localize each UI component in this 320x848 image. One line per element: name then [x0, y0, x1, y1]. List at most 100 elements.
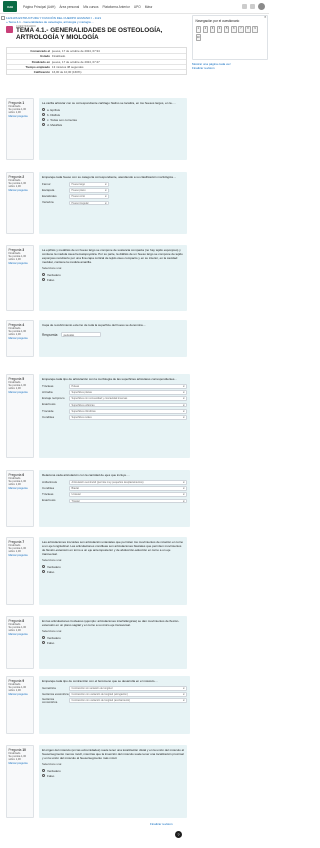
matching-select[interactable]: Articulación semimóvil (permite muy pequ… — [69, 479, 187, 485]
university-logo[interactable]: UdH — [3, 1, 17, 12]
answer-input[interactable]: periostio — [61, 332, 102, 337]
finish-review-link[interactable]: Finalizar revisión — [192, 66, 268, 70]
matching-select[interactable]: Contracción sin variación de longitud ▾ — [69, 685, 187, 691]
option-label: Falso — [47, 569, 55, 574]
question-nav-button[interactable]: 9 — [252, 25, 258, 33]
chevron-down-icon: ▾ — [183, 384, 185, 388]
question-text: Empareja cada tipo de contracción con el… — [42, 679, 158, 683]
course-index-toggle-icon[interactable] — [1, 16, 5, 20]
option-label: Verdadero — [47, 768, 61, 773]
page-header: CUESTIONARIO TEMA 4.1.- GENERALIDADES DE… — [6, 24, 187, 47]
question-block: Pregunta 5 Finalizado Se puntúa 1,00 sob… — [6, 374, 190, 458]
question-nav-button[interactable]: 1 — [195, 25, 202, 33]
question-content: Empareja cada tipo de contracción con el… — [39, 676, 190, 734]
matching-select[interactable]: Contracción con variación de longitud (e… — [69, 692, 187, 697]
question-nav-button[interactable]: 3 — [209, 25, 216, 33]
flag-question-link[interactable]: Marcar pregunta — [9, 115, 32, 118]
matching-select[interactable]: Contracción con variación de longitud (a… — [69, 698, 187, 704]
radio-button[interactable] — [42, 108, 45, 111]
radio-button[interactable] — [42, 641, 45, 644]
matching-select[interactable]: Hueso largo ▾ — [69, 181, 109, 187]
radio-button[interactable] — [42, 636, 45, 639]
flag-question-link[interactable]: Marcar pregunta — [9, 337, 32, 340]
summary-key: Finalizado en — [31, 59, 50, 64]
question-block: Pregunta 1 Finalizado Se puntúa 1,00 sob… — [6, 98, 187, 160]
matching-select[interactable]: Superficies cilíndricas ▾ — [69, 408, 187, 414]
radio-button[interactable] — [42, 123, 45, 126]
matching-select[interactable]: Biaxial ▾ — [69, 486, 187, 491]
question-number: Pregunta 6 — [8, 472, 25, 477]
notifications-bell-icon[interactable] — [242, 4, 247, 9]
matching-row: Vértebra Hueso irregular ▾ — [42, 200, 184, 206]
page-title: TEMA 4.1.- GENERALIDADES DE OSTEOLOGÍA, … — [16, 27, 163, 41]
option-label: a. Epífisis — [47, 107, 61, 112]
help-icon[interactable]: ? — [175, 831, 182, 838]
chevron-down-icon: ▾ — [183, 480, 185, 484]
radio-button[interactable] — [42, 769, 45, 772]
question-nav-button[interactable]: 6 — [230, 25, 237, 33]
question-text: La carilla articular con su correspondie… — [42, 101, 176, 105]
flag-question-link[interactable]: Marcar pregunta — [9, 391, 32, 394]
radio-button[interactable] — [42, 118, 45, 121]
question-nav-button[interactable]: 5 — [223, 25, 230, 33]
answer-option[interactable]: Falso — [42, 773, 184, 778]
flag-question-link[interactable]: Marcar pregunta — [9, 487, 32, 490]
radio-button[interactable] — [42, 774, 45, 777]
matching-select[interactable]: Poleas ▾ — [69, 383, 187, 389]
answer-option[interactable]: Falso — [42, 640, 184, 645]
matching-select[interactable]: Superficies ovales ▾ — [69, 415, 187, 421]
flag-question-link[interactable]: Marcar pregunta — [9, 633, 32, 636]
flag-question-link[interactable]: Marcar pregunta — [9, 693, 32, 696]
user-avatar[interactable] — [258, 3, 265, 10]
nav-previous-platform[interactable]: Plataforma Anterior — [103, 5, 130, 9]
finish-review-button[interactable]: Finalizar revisión — [150, 822, 173, 826]
matching-select[interactable]: Triaxial ▾ — [69, 498, 187, 504]
selected-value: Hueso plano — [71, 188, 86, 192]
flag-question-link[interactable]: Marcar pregunta — [9, 262, 32, 265]
summary-key: Calificación — [33, 70, 50, 75]
chevron-down-icon: ▾ — [183, 403, 185, 407]
nav-my-courses[interactable]: Mis cursos — [83, 5, 98, 9]
flag-question-link[interactable]: Marcar pregunta — [9, 554, 32, 557]
messages-icon[interactable] — [250, 4, 255, 9]
question-number: Pregunta 3 — [8, 247, 25, 252]
nav-upo[interactable]: UPO — [134, 5, 141, 9]
matching-select[interactable]: Hueso corto ▾ — [69, 194, 109, 200]
selected-value: Biaxial — [71, 486, 79, 490]
matching-select[interactable]: Superficies planas ▾ — [69, 390, 187, 395]
radio-button[interactable] — [42, 278, 45, 281]
matching-stem: Vértebra — [42, 200, 54, 205]
matching-select[interactable]: Superficies con convexidad y concavidad … — [69, 396, 187, 402]
matching-select[interactable]: Hueso irregular ▾ — [69, 200, 109, 206]
question-nav-button[interactable]: 8 — [245, 25, 251, 33]
selected-value: Triaxial — [71, 499, 80, 503]
matching-select[interactable]: Superficies esféricas ▾ — [69, 402, 187, 408]
close-drawer-icon[interactable]: ✕ — [264, 15, 268, 19]
radio-button[interactable] — [42, 113, 45, 116]
question-nav-button[interactable]: 10 — [195, 34, 202, 41]
question-nav-button[interactable]: 7 — [238, 25, 244, 33]
summary-row: Calificación 16,00 de 10,00 (160%) — [7, 68, 186, 75]
nav-more[interactable]: Más▾ — [145, 5, 153, 9]
question-nav-button[interactable]: 4 — [216, 25, 223, 33]
question-mark: Se puntúa 1,00 sobre 1,00 — [8, 182, 27, 188]
nav-home[interactable]: Página Principal (UdH) — [23, 5, 55, 9]
answer-option[interactable]: Falso — [42, 569, 184, 574]
question-number: Pregunta 5 — [8, 376, 25, 381]
radio-button[interactable] — [42, 565, 45, 568]
flag-question-link[interactable]: Marcar pregunta — [9, 762, 32, 765]
matching-select[interactable]: Hueso plano ▾ — [69, 188, 109, 193]
summary-value: jueves, 17 de octubre de 2024, 07:34 — [52, 48, 100, 53]
question-number: Pregunta 2 — [8, 174, 25, 179]
answer-option[interactable]: Falso — [42, 277, 184, 282]
flag-question-link[interactable]: Marcar pregunta — [9, 189, 32, 192]
question-nav-button[interactable]: 2 — [202, 25, 209, 33]
radio-button[interactable] — [42, 570, 45, 573]
nav-dashboard[interactable]: Área personal — [59, 5, 79, 9]
matching-select[interactable]: Uniaxial ▾ — [69, 492, 187, 498]
question-content: Relaciona cada articulación con la canti… — [39, 470, 190, 527]
question-block: Pregunta 7 Finalizado Se puntúa 1,00 sob… — [6, 537, 187, 605]
radio-button[interactable] — [42, 273, 45, 276]
answer-option[interactable]: d. Metáfisis — [42, 122, 184, 127]
select-one-label: Seleccione una: — [42, 266, 62, 270]
